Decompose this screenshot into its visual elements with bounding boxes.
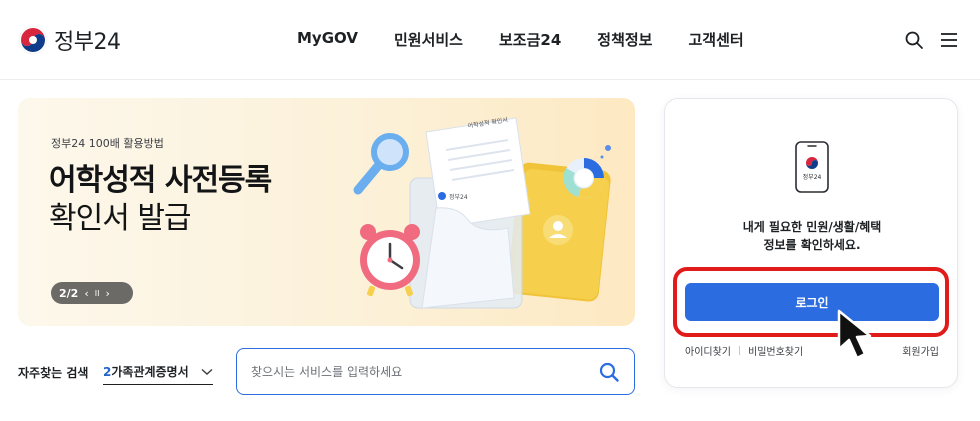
search-submit-icon[interactable]: [598, 361, 620, 383]
banner-illustration: 어학성적 확인서 정부24: [353, 116, 611, 309]
chevron-down-icon: [201, 368, 213, 375]
promo-banner[interactable]: 정부24 100배 활용방법 어학성적 사전등록 확인서 발급 2/2 ‹ II…: [18, 98, 635, 326]
banner-eyebrow: 정부24 100배 활용방법: [51, 137, 164, 150]
signup-link[interactable]: 회원가입: [902, 343, 939, 358]
login-message-line2: 정보를 확인하세요.: [763, 238, 861, 252]
quick-search-select[interactable]: 2가족관계증명서: [103, 359, 213, 385]
art-logo-text: 정부24: [449, 194, 468, 201]
nav-item-subsidy24[interactable]: 보조금24: [499, 29, 561, 50]
site-logo[interactable]: 정부24: [18, 24, 121, 56]
quick-search-text: 가족관계증명서: [111, 365, 189, 379]
menu-icon[interactable]: [938, 29, 960, 51]
pager-next-button[interactable]: ›: [105, 287, 109, 300]
magnifier-illustration: [353, 133, 409, 195]
search-icon[interactable]: [903, 29, 925, 51]
nav-item-policy-info[interactable]: 정책정보: [597, 29, 652, 50]
quick-search-label: 자주찾는 검색: [18, 366, 89, 380]
login-message-line1: 내게 필요한 민원/생활/혜택: [742, 220, 882, 234]
service-search-input[interactable]: [251, 364, 571, 379]
login-card: 정부24 내게 필요한 민원/생활/혜택 정보를 확인하세요. 로그인 아이디찾…: [664, 98, 958, 388]
taegeuk-logo-icon: [18, 25, 48, 55]
nav-item-civil-services[interactable]: 민원서비스: [394, 29, 463, 50]
banner-subtitle: 확인서 발급: [49, 201, 192, 236]
nav-item-mygov[interactable]: MyGOV: [297, 29, 358, 50]
phone-logo-text: 정부24: [803, 174, 822, 181]
quick-search-selected: 2가족관계증명서: [103, 363, 189, 380]
login-button[interactable]: 로그인: [685, 283, 939, 321]
banner-pager: 2/2 ‹ II ›: [51, 282, 133, 304]
pager-pause-button[interactable]: II: [95, 289, 100, 298]
find-password-link[interactable]: 비밀번호찾기: [748, 343, 803, 358]
mobile-phone-icon: 정부24: [795, 141, 829, 193]
find-id-link[interactable]: 아이디찾기: [685, 343, 731, 358]
pager-count: 2/2: [59, 286, 79, 300]
main-nav: MyGOV 민원서비스 보조금24 정책정보 고객센터: [280, 29, 744, 50]
site-header: 정부24 MyGOV 민원서비스 보조금24 정책정보 고객센터: [0, 0, 980, 80]
login-links: 아이디찾기 비밀번호찾기 회원가입: [685, 343, 939, 358]
link-divider: [739, 346, 740, 355]
brand-name: 정부24: [54, 30, 121, 55]
service-search-box: [236, 348, 635, 395]
pager-prev-button[interactable]: ‹: [84, 287, 88, 300]
nav-item-customer-center[interactable]: 고객센터: [688, 29, 743, 50]
banner-title: 어학성적 사전등록: [49, 163, 272, 198]
